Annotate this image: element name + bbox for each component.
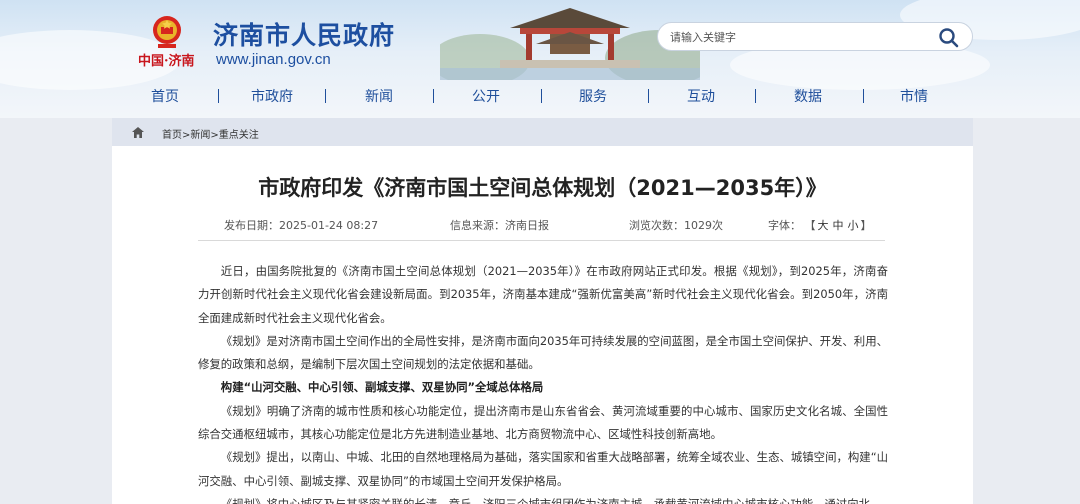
nav-divider	[863, 89, 864, 103]
article-title: 市政府印发《济南市国土空间总体规划（2021—2035年）》	[258, 176, 827, 200]
publish-date-value: 2025-01-24 08:27	[279, 219, 379, 232]
nav-data[interactable]: 数据	[794, 86, 822, 106]
nav-interaction[interactable]: 互动	[687, 86, 715, 106]
brand-caption: 中国·济南	[138, 54, 195, 69]
article-paragraph: 近日，由国务院批复的《济南市国土空间总体规划（2021—2035年）》在市政府网…	[198, 264, 888, 325]
title-divider	[198, 240, 885, 241]
publish-date-label: 发布日期：	[224, 219, 279, 232]
font-large-button[interactable]: 大	[816, 219, 831, 232]
site-title[interactable]: 济南市人民政府	[213, 16, 395, 52]
breadcrumb-news[interactable]: 新闻	[190, 130, 210, 141]
article-body: 近日，由国务院批复的《济南市国土空间总体规划（2021—2035年）》在市政府网…	[198, 260, 888, 504]
view-count: 浏览次数：1029次	[629, 217, 723, 233]
main-nav: 首页 市政府 新闻 公开 服务 互动 数据 市情	[0, 80, 1080, 110]
nav-divider	[218, 89, 219, 103]
nav-divider	[648, 89, 649, 103]
breadcrumb-separator: >	[210, 130, 219, 141]
nav-public[interactable]: 公开	[472, 86, 500, 106]
national-emblem-icon	[153, 16, 181, 48]
nav-divider	[325, 89, 326, 103]
nav-divider	[541, 89, 542, 103]
breadcrumb-bar: 首页>新闻>重点关注	[112, 118, 973, 146]
home-icon	[132, 127, 144, 138]
nav-government[interactable]: 市政府	[251, 86, 293, 106]
nav-news[interactable]: 新闻	[365, 86, 393, 106]
article-paragraph: 《规划》是对济南市国土空间作出的全局性安排，是济南市面向2035年可持续发展的空…	[198, 333, 888, 372]
nav-city-info[interactable]: 市情	[900, 86, 928, 106]
info-source-value: 济南日报	[505, 219, 549, 232]
article-paragraph: 《规划》将中心城区及与其紧密关联的长清、章丘、济阳三个城市组团作为济南主城，承载…	[220, 496, 882, 504]
font-size-label: 字体：	[768, 219, 801, 232]
article-paragraph: 《规划》提出，以南山、中城、北田的自然地理格局为基础，落实国家和省重大战略部署，…	[198, 450, 888, 488]
font-small-button[interactable]: 小	[846, 219, 861, 232]
search-box	[657, 22, 973, 51]
view-count-label: 浏览次数：	[629, 219, 684, 232]
nav-home[interactable]: 首页	[151, 86, 179, 106]
nav-divider	[755, 89, 756, 103]
info-source: 信息来源：济南日报	[450, 217, 549, 233]
search-input[interactable]	[670, 27, 920, 47]
site-header: 中国·济南 济南市人民政府 www.jinan.gov.cn 首页 市政府 新闻…	[0, 0, 1080, 118]
publish-date: 发布日期：2025-01-24 08:27	[224, 217, 378, 233]
search-icon[interactable]	[938, 27, 960, 48]
article-panel: 市政府印发《济南市国土空间总体规划（2021—2035年）》 发布日期：2025…	[112, 146, 973, 504]
breadcrumb-home[interactable]: 首页	[162, 130, 182, 141]
breadcrumb-current[interactable]: 重点关注	[219, 130, 259, 141]
nav-divider	[433, 89, 434, 103]
font-bracket-close: 】	[860, 219, 872, 232]
font-bracket-open: 【	[804, 219, 816, 232]
site-url[interactable]: www.jinan.gov.cn	[216, 51, 331, 68]
article-paragraph: 《规划》明确了济南的城市性质和核心功能定位，提出济南市是山东省省会、黄河流域重要…	[198, 403, 888, 442]
breadcrumb: 首页>新闻>重点关注	[162, 126, 259, 141]
view-count-value: 1029次	[684, 219, 723, 232]
nav-services[interactable]: 服务	[579, 86, 607, 106]
info-source-label: 信息来源：	[450, 219, 505, 232]
font-size-control: 字体： 【大中小】	[768, 217, 872, 233]
article-subheading: 构建“山河交融、中心引领、副城支撑、双星协同”全域总体格局	[220, 380, 544, 395]
font-medium-button[interactable]: 中	[831, 219, 846, 232]
